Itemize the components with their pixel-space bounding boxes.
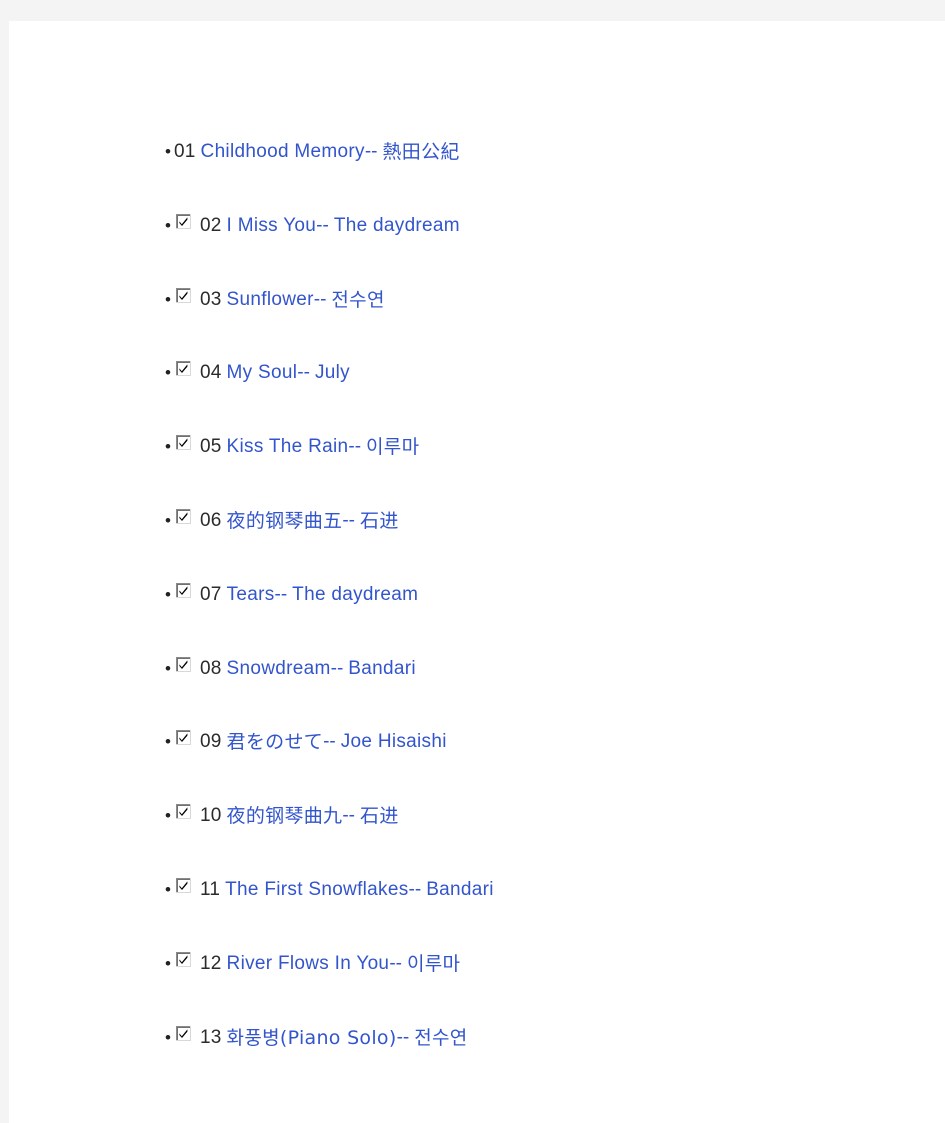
track-artist[interactable]: 熱田公紀 — [382, 141, 459, 163]
track-separator: -- — [297, 362, 310, 384]
checkbox-checked-icon[interactable] — [176, 582, 191, 598]
bullet-icon: • — [165, 215, 171, 235]
track-artist[interactable]: The daydream — [292, 584, 418, 606]
bullet-icon: • — [165, 1027, 171, 1047]
document-content-area: • 01 Childhood Memory -- 熱田公紀 • 02 I Miss You --… — [9, 21, 945, 1123]
track-list-item[interactable]: • 08 Snowdream -- Bandari — [165, 650, 416, 680]
track-artist[interactable]: 石进 — [360, 510, 399, 532]
checkbox-checked-icon[interactable] — [176, 951, 191, 967]
track-separator: -- — [342, 805, 356, 827]
bullet-icon: • — [165, 511, 171, 530]
track-number: 13 — [200, 1026, 222, 1048]
track-list-item[interactable]: • 04 My Soul -- July — [165, 354, 350, 384]
track-number: 05 — [200, 436, 222, 458]
track-title[interactable]: 夜的钢琴曲九 — [227, 805, 343, 827]
track-separator: -- — [408, 879, 422, 900]
bullet-icon: • — [165, 437, 171, 457]
track-title[interactable]: 화풍병(Piano Solo) — [227, 1027, 397, 1049]
track-separator: -- — [364, 141, 378, 162]
track-number: 10 — [200, 805, 222, 827]
track-separator: -- — [389, 952, 402, 974]
track-separator: -- — [274, 583, 288, 605]
bullet-icon: • — [165, 363, 171, 383]
bullet-icon: • — [165, 806, 171, 826]
track-list-item[interactable]: • 12 River Flows In You -- 이루마 — [165, 945, 460, 975]
track-separator: -- — [348, 436, 362, 458]
track-title[interactable]: River Flows In You — [227, 953, 390, 975]
checkbox-checked-icon[interactable] — [176, 1025, 191, 1041]
track-list-item[interactable]: • 10 夜的钢琴曲九 -- 石进 — [165, 797, 399, 827]
track-separator: -- — [330, 657, 344, 679]
bullet-icon: • — [165, 953, 171, 973]
track-list-item[interactable]: • 05 Kiss The Rain -- 이루마 — [165, 428, 419, 458]
track-title[interactable]: I Miss You — [227, 215, 317, 237]
track-separator: -- — [316, 214, 329, 236]
track-number: 07 — [200, 583, 222, 605]
track-number: 08 — [200, 657, 222, 679]
track-separator: -- — [323, 731, 336, 753]
checkbox-checked-icon[interactable] — [176, 509, 191, 524]
track-separator: -- — [313, 288, 327, 310]
track-artist[interactable]: 石进 — [360, 805, 399, 827]
track-number: 02 — [200, 214, 222, 236]
track-number: 09 — [200, 731, 222, 753]
track-artist[interactable]: Bandari — [426, 879, 494, 901]
bullet-icon: • — [165, 732, 171, 752]
track-number: 03 — [200, 288, 222, 310]
track-artist[interactable]: The daydream — [334, 215, 460, 237]
track-title[interactable]: My Soul — [227, 362, 298, 384]
track-artist[interactable]: 전수연 — [331, 289, 384, 311]
track-artist[interactable]: 전수연 — [414, 1027, 467, 1049]
track-title[interactable]: Kiss The Rain — [227, 436, 349, 458]
track-title[interactable]: Snowdream — [227, 658, 331, 680]
track-number: 04 — [200, 362, 222, 384]
bullet-icon: • — [165, 880, 171, 899]
track-artist[interactable]: Bandari — [348, 658, 416, 680]
checkbox-checked-icon[interactable] — [176, 213, 191, 229]
track-separator: -- — [342, 510, 356, 531]
track-title[interactable]: 君をのせて — [227, 731, 324, 753]
track-title[interactable]: 夜的钢琴曲五 — [227, 510, 343, 532]
checkbox-checked-icon[interactable] — [176, 878, 191, 893]
track-list-item[interactable]: • 02 I Miss You -- The daydream — [165, 207, 460, 237]
track-title[interactable]: Sunflower — [227, 289, 314, 311]
track-artist[interactable]: July — [315, 362, 350, 384]
track-title[interactable]: Childhood Memory — [201, 141, 365, 163]
track-title[interactable]: Tears — [227, 584, 275, 606]
checkbox-checked-icon[interactable] — [176, 804, 191, 820]
bullet-icon: • — [165, 289, 171, 309]
track-list-item[interactable]: • 06 夜的钢琴曲五 -- 石进 — [165, 502, 399, 532]
track-number: 11 — [200, 879, 221, 900]
bullet-icon: • — [165, 658, 171, 678]
bullet-icon: • — [165, 584, 171, 604]
track-list-item[interactable]: • 13 화풍병(Piano Solo) -- 전수연 — [165, 1019, 468, 1049]
checkbox-checked-icon[interactable] — [176, 656, 191, 672]
track-list-item[interactable]: • 11 The First Snowflakes -- Bandari — [165, 871, 494, 901]
checkbox-checked-icon[interactable] — [176, 287, 191, 303]
track-list-item[interactable]: • 03 Sunflower -- 전수연 — [165, 281, 385, 311]
bullet-icon: • — [165, 142, 171, 161]
track-list-item[interactable]: • 07 Tears -- The daydream — [165, 576, 418, 606]
track-list-item[interactable]: • 09 君をのせて -- Joe Hisaishi — [165, 723, 447, 753]
track-separator: -- — [396, 1026, 410, 1048]
track-artist[interactable]: 이루마 — [366, 436, 419, 458]
checkbox-checked-icon[interactable] — [176, 361, 191, 377]
track-number: 12 — [200, 952, 222, 974]
track-number: 06 — [200, 510, 222, 531]
track-artist[interactable]: 이루마 — [407, 953, 460, 975]
track-list-item[interactable]: • 01 Childhood Memory -- 熱田公紀 — [165, 133, 460, 163]
track-number: 01 — [174, 141, 196, 162]
checkbox-checked-icon[interactable] — [176, 730, 191, 746]
checkbox-checked-icon[interactable] — [176, 435, 191, 451]
track-title[interactable]: The First Snowflakes — [225, 879, 408, 901]
track-artist[interactable]: Joe Hisaishi — [341, 731, 447, 753]
